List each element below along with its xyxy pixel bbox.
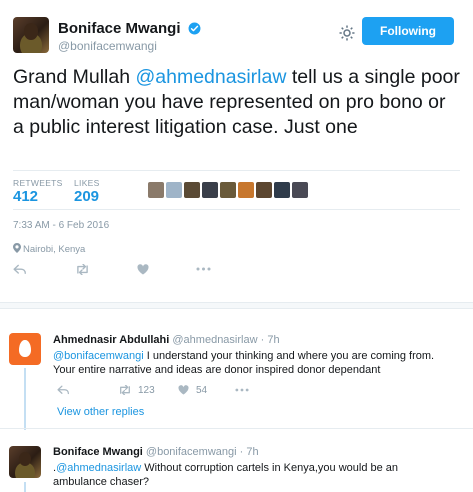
more-options-icon[interactable]: [196, 267, 211, 271]
liker-avatar[interactable]: [148, 182, 164, 198]
retweet-icon[interactable]: [118, 385, 132, 395]
thread-line: [24, 482, 26, 492]
reply-time[interactable]: · 7h: [261, 334, 280, 346]
reply-time[interactable]: · 7h: [240, 446, 259, 458]
tweet-timestamp[interactable]: 7:33 AM - 6 Feb 2016: [13, 220, 109, 231]
reply-author-name[interactable]: Ahmednasir Abdullahi: [53, 334, 169, 346]
liker-avatar[interactable]: [184, 182, 200, 198]
location-label: Nairobi, Kenya: [23, 244, 86, 255]
reply-like-count: 54: [196, 385, 208, 396]
author-handle[interactable]: @bonifacemwangi: [58, 39, 157, 53]
reply-icon[interactable]: [13, 264, 27, 275]
stats-top-divider: [13, 170, 460, 171]
reply-icon[interactable]: [57, 385, 70, 395]
like-icon[interactable]: [178, 385, 189, 395]
reply-avatar-boniface[interactable]: [9, 446, 41, 478]
retweet-icon[interactable]: [75, 264, 90, 275]
reply-header[interactable]: Ahmednasir Abdullahi @ahmednasirlaw · 7h: [53, 334, 280, 346]
stats-bottom-divider: [13, 209, 460, 210]
liker-avatar[interactable]: [166, 182, 182, 198]
liker-avatar[interactable]: [220, 182, 236, 198]
tweet-mention-link[interactable]: @ahmednasirlaw: [135, 66, 286, 88]
liker-avatar[interactable]: [256, 182, 272, 198]
section-divider: [0, 302, 473, 309]
reply-retweet-count: 123: [138, 385, 155, 396]
thread-line: [24, 368, 26, 430]
author-name[interactable]: Boniface Mwangi: [58, 20, 181, 37]
location-pin-icon: [13, 243, 21, 253]
reply-separator: [0, 428, 473, 429]
author-name-row[interactable]: Boniface Mwangi: [58, 20, 201, 37]
reply-avatar-ahmednasir[interactable]: [9, 333, 41, 365]
reply-text: .@ahmednasirlaw Without corruption carte…: [53, 461, 423, 489]
likes-label: LIKES: [74, 178, 100, 188]
following-button[interactable]: Following: [362, 17, 454, 45]
like-icon[interactable]: [137, 264, 149, 275]
liker-avatar[interactable]: [274, 182, 290, 198]
reply-mention-link[interactable]: @ahmednasirlaw: [56, 462, 141, 474]
reply-author-name[interactable]: Boniface Mwangi: [53, 446, 143, 458]
reply-text: @bonifacemwangi I understand your thinki…: [53, 349, 453, 377]
reply-author-handle[interactable]: @ahmednasirlaw: [172, 334, 257, 346]
tweet-text: Grand Mullah @ahmednasirlaw tell us a si…: [13, 65, 461, 140]
retweets-label: RETWEETS: [13, 178, 63, 188]
tweet-location[interactable]: Nairobi, Kenya: [13, 243, 85, 255]
reply-mention-link[interactable]: @bonifacemwangi: [53, 350, 144, 362]
retweets-count[interactable]: 412: [13, 188, 38, 205]
tweet-text-start: Grand Mullah: [13, 66, 136, 88]
liker-avatars: [148, 182, 308, 200]
view-other-replies-link[interactable]: View other replies: [57, 406, 144, 418]
reply-author-handle[interactable]: @bonifacemwangi: [146, 446, 237, 458]
more-options-icon[interactable]: [235, 388, 249, 392]
likes-count[interactable]: 209: [74, 188, 99, 205]
verified-badge-icon: [188, 22, 201, 35]
liker-avatar[interactable]: [238, 182, 254, 198]
liker-avatar[interactable]: [202, 182, 218, 198]
gear-icon[interactable]: [338, 24, 356, 42]
author-avatar[interactable]: [13, 17, 49, 53]
liker-avatar[interactable]: [292, 182, 308, 198]
reply-header[interactable]: Boniface Mwangi @bonifacemwangi · 7h: [53, 446, 259, 458]
